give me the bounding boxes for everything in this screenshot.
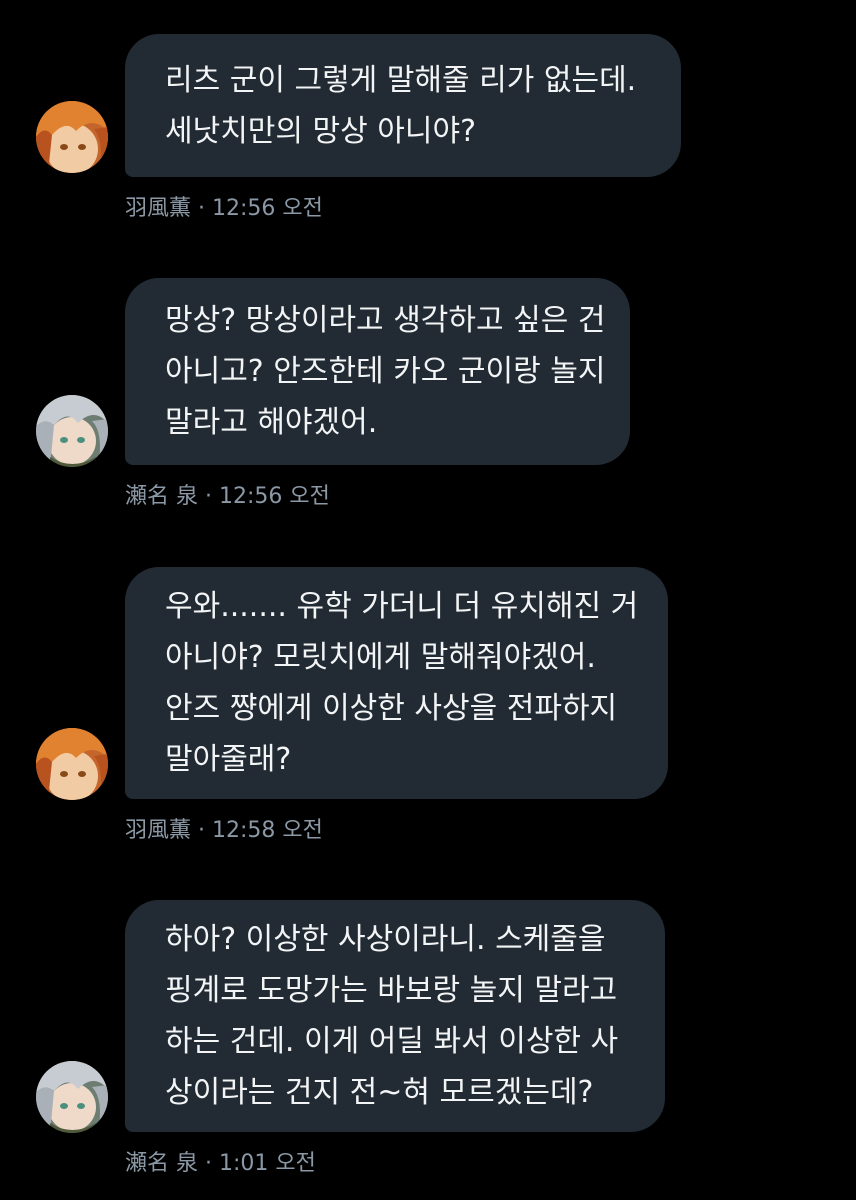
message-time: 1:01 오전 (218, 1151, 316, 1176)
message-text-line: 망상? 망상이라고 생각하고 싶은 건 (165, 303, 606, 338)
message-text-line: 말라고 해야겠어. (165, 405, 378, 440)
meta-separator: · (198, 1151, 219, 1176)
meta-separator: · (198, 484, 219, 509)
message-text-line: 하아? 이상한 사상이라니. 스케줄을 (165, 922, 606, 957)
sender-name[interactable]: 瀬名 泉 (125, 1151, 198, 1176)
sender-name[interactable]: 瀬名 泉 (125, 484, 198, 509)
avatar-orange-hair-icon (36, 101, 108, 173)
message-time: 12:56 오전 (212, 196, 323, 221)
avatar-orange-hair-icon (36, 728, 108, 800)
message-text-line: 상이라는 건지 전~혀 모르겠는데? (165, 1075, 594, 1110)
message-text-line: 하는 건데. 이게 어딜 봐서 이상한 사 (165, 1024, 619, 1059)
avatar[interactable] (36, 1061, 108, 1133)
avatar-gray-hair-icon (36, 1061, 108, 1133)
message-text-line: 핑계로 도망가는 바보랑 놀지 말라고 (165, 973, 618, 1008)
avatar[interactable] (36, 728, 108, 800)
message-bubble[interactable]: 리츠 군이 그렇게 말해줄 리가 없는데. 세낫치만의 망상 아니야? (125, 34, 681, 177)
message-text-line: 안즈 쨩에게 이상한 사상을 전파하지 (165, 691, 618, 726)
message-bubble[interactable]: 우와....... 유학 가더니 더 유치해진 거 아니야? 모릿치에게 말해줘… (125, 567, 668, 799)
message-time: 12:58 오전 (212, 818, 323, 843)
message-bubble[interactable]: 망상? 망상이라고 생각하고 싶은 건 아니고? 안즈한테 카오 군이랑 놀지 … (125, 278, 630, 465)
sender-name[interactable]: 羽風薫 (125, 196, 191, 221)
meta-separator: · (191, 196, 212, 221)
avatar[interactable] (36, 101, 108, 173)
message-meta: 瀬名 泉 · 1:01 오전 (125, 1149, 316, 1179)
avatar-gray-hair-icon (36, 395, 108, 467)
message-text-line: 아니고? 안즈한테 카오 군이랑 놀지 (165, 354, 606, 389)
message-text-line: 세낫치만의 망상 아니야? (165, 113, 476, 149)
message-time: 12:56 오전 (218, 484, 330, 509)
sender-name[interactable]: 羽風薫 (125, 818, 191, 843)
message-text-line: 우와....... 유학 가더니 더 유치해진 거 (165, 589, 639, 624)
meta-separator: · (191, 818, 212, 843)
message-text-line: 리츠 군이 그렇게 말해줄 리가 없는데. (165, 62, 637, 98)
avatar[interactable] (36, 395, 108, 467)
message-text-line: 아니야? 모릿치에게 말해줘야겠어. (165, 640, 596, 675)
message-text-line: 말아줄래? (165, 742, 292, 777)
message-meta: 羽風薫 · 12:58 오전 (125, 816, 323, 846)
message-meta: 瀬名 泉 · 12:56 오전 (125, 482, 330, 512)
message-meta: 羽風薫 · 12:56 오전 (125, 194, 323, 224)
message-bubble[interactable]: 하아? 이상한 사상이라니. 스케줄을 핑계로 도망가는 바보랑 놀지 말라고 … (125, 900, 665, 1132)
